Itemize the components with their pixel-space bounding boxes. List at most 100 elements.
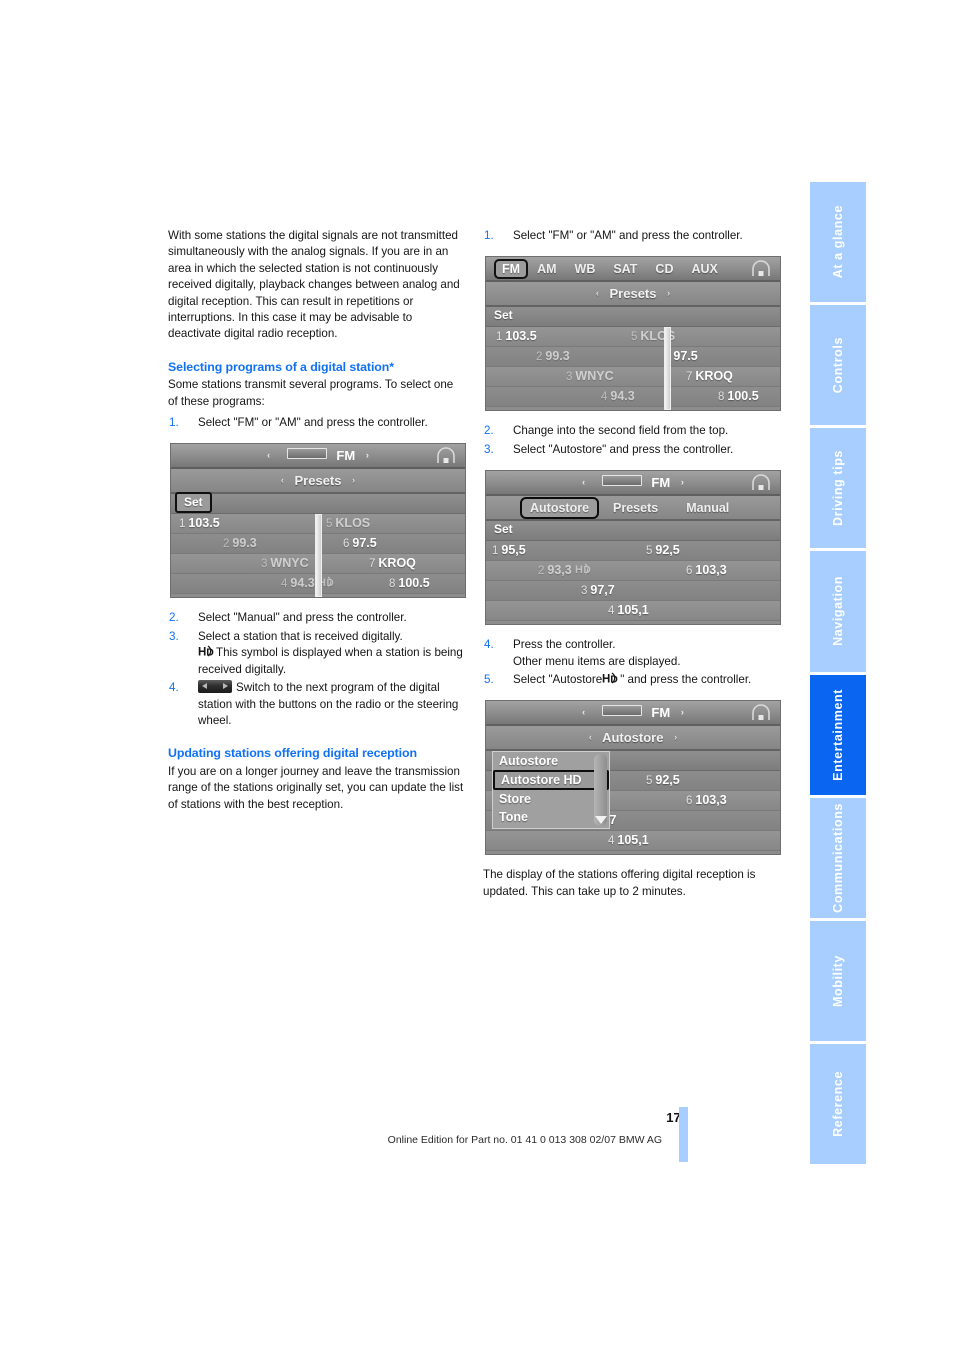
left-text-column: With some stations the digital signals a… — [168, 228, 466, 813]
sidebar-item-label: Controls — [831, 337, 845, 394]
mode-row: ‹ Autostore › — [486, 726, 780, 752]
set-button[interactable]: Set — [488, 520, 519, 538]
preset-cell[interactable]: 2 93,3 HD — [538, 562, 593, 579]
step-text-after: " and press the controller. — [620, 673, 752, 687]
sidebar-item-label: Reference — [831, 1071, 845, 1137]
source-am[interactable]: AM — [528, 261, 565, 277]
step-number: 1. — [169, 416, 179, 430]
menu-item-tone[interactable]: Tone — [493, 808, 609, 826]
screenshot-autostore-tab-selected: ‹ FM › Autostore Presets Manual Set 1 95… — [485, 470, 781, 626]
preset-cell[interactable]: 1 103.5 — [179, 515, 220, 532]
menu-item-store[interactable]: Store — [493, 790, 609, 808]
source-fm[interactable]: FM — [494, 258, 529, 280]
preset-cell[interactable]: 1 103.5 — [496, 328, 537, 345]
preset-cell[interactable]: 5 92,5 — [646, 772, 680, 789]
right-arrow-icon[interactable]: › — [366, 450, 369, 460]
right-arrow-icon[interactable]: › — [674, 732, 677, 742]
mode-tab-row: Autostore Presets Manual — [486, 496, 780, 522]
set-button[interactable]: Set — [175, 492, 212, 513]
radio-topbar: ‹ FM › — [486, 701, 780, 727]
preset-cell[interactable]: 8 100.5 — [718, 388, 759, 405]
autostore-dropdown-menu[interactable]: Autostore Autostore HD Store Tone — [492, 751, 610, 830]
left-arrow-icon[interactable]: ‹ — [281, 475, 284, 485]
right-arrow-icon[interactable]: › — [681, 477, 684, 487]
menu-item-autostore-hd[interactable]: Autostore HD — [493, 770, 609, 791]
preset-cell[interactable]: 4 94.3 HD — [281, 575, 336, 592]
svg-text:D: D — [584, 565, 591, 575]
list-item: 2. Change into the second field from the… — [483, 423, 781, 439]
list-item: 3. Select "Autostore" and press the cont… — [483, 442, 781, 458]
preset-cell[interactable]: 8 100.5 — [389, 575, 430, 592]
preset-cell[interactable]: 7 KROQ — [369, 555, 416, 572]
step-text: Select "Autostore" and press the control… — [513, 442, 734, 456]
preset-cell[interactable]: 4 105,1 — [608, 602, 649, 619]
preset-cell[interactable]: 5 92,5 — [646, 542, 680, 559]
sidebar-item-navigation[interactable]: Navigation — [810, 551, 866, 675]
cursor-bar[interactable] — [315, 514, 322, 598]
cursor-bar[interactable] — [664, 327, 671, 411]
list-item: 4. Press the controller. Other menu item… — [483, 637, 781, 670]
preset-cell[interactable]: 4 105,1 — [608, 832, 649, 849]
step-text: Select "Manual" and press the controller… — [198, 611, 407, 625]
mode-label-wrap: ‹ Presets › — [486, 285, 780, 302]
source-aux[interactable]: AUX — [682, 261, 726, 277]
left-arrow-icon[interactable]: ‹ — [267, 450, 270, 460]
source-row: ‹ FM › — [171, 447, 465, 464]
preset-cell[interactable]: 4 94.3 — [601, 388, 635, 405]
right-arrow-icon[interactable]: › — [667, 288, 670, 298]
preset-cell[interactable]: 6 103,3 — [686, 792, 727, 809]
sidebar-item-communications[interactable]: Communications — [810, 797, 866, 921]
right-arrow-icon[interactable]: › — [681, 707, 684, 717]
preset-cell[interactable]: 5 KLOS — [326, 515, 370, 532]
tab-manual[interactable]: Manual — [672, 500, 743, 516]
left-arrow-icon[interactable]: ‹ — [582, 477, 585, 487]
source-label: FM — [651, 475, 671, 491]
preset-cell[interactable]: 3 97,7 — [581, 582, 615, 599]
antenna-reception-icon — [752, 474, 770, 491]
step-text: Change into the second field from the to… — [513, 424, 729, 438]
menu-scrollbar[interactable] — [594, 754, 607, 827]
sidebar-item-at-a-glance[interactable]: At a glance — [810, 182, 866, 306]
antenna-reception-icon — [752, 260, 770, 277]
sidebar-item-label: Communications — [831, 802, 845, 913]
step-list-right-c: 4. Press the controller. Other menu item… — [483, 637, 781, 688]
image-id-strip — [772, 776, 779, 850]
left-arrow-icon[interactable]: ‹ — [582, 707, 585, 717]
step-subtext: Other menu items are displayed. — [513, 654, 681, 668]
step-list-right-a: 1. Select "FM" or "AM" and press the con… — [483, 228, 781, 244]
sidebar-item-driving-tips[interactable]: Driving tips — [810, 428, 866, 552]
mode-label: Presets — [609, 286, 657, 302]
left-arrow-icon[interactable]: ‹ — [596, 288, 599, 298]
set-button[interactable]: Set — [488, 306, 519, 324]
sidebar-item-entertainment[interactable]: Entertainment — [810, 674, 866, 798]
menu-item-autostore[interactable]: Autostore — [493, 752, 609, 770]
preset-cell[interactable]: 3 WNYC — [566, 368, 614, 385]
table-row: 1 95,5 5 92,5 — [486, 541, 780, 562]
list-item: 4. Switch to the next program of the dig… — [168, 680, 466, 729]
preset-cell[interactable]: 1 95,5 — [492, 542, 526, 559]
svg-text:D: D — [206, 647, 214, 658]
image-id-strip — [772, 332, 779, 406]
preset-cell[interactable]: 2 99.3 — [223, 535, 257, 552]
preset-cell[interactable]: 697.5 — [343, 535, 377, 552]
right-text-column: 1. Select "FM" or "AM" and press the con… — [483, 228, 781, 900]
mode-label-wrap: ‹ Presets › — [171, 472, 465, 489]
source-sat[interactable]: SAT — [604, 261, 646, 277]
tab-presets[interactable]: Presets — [599, 500, 672, 516]
preset-cell[interactable]: 6 103,3 — [686, 562, 727, 579]
preset-cell[interactable]: 2 99.3 — [536, 348, 570, 365]
left-arrow-icon[interactable]: ‹ — [589, 732, 592, 742]
sidebar-item-controls[interactable]: Controls — [810, 305, 866, 429]
source-cd[interactable]: CD — [646, 261, 682, 277]
intro-paragraph: With some stations the digital signals a… — [168, 229, 460, 341]
sidebar-item-mobility[interactable]: Mobility — [810, 920, 866, 1044]
set-row: Set — [171, 492, 465, 515]
preset-cell[interactable]: 3 WNYC — [261, 555, 309, 572]
sidebar-item-reference[interactable]: Reference — [810, 1043, 866, 1164]
source-wb[interactable]: WB — [566, 261, 605, 277]
tab-autostore[interactable]: Autostore — [520, 496, 600, 519]
preset-cell[interactable]: 7 KROQ — [686, 368, 733, 385]
preset-grid: 1103.5 5KLOS 299.3 697.5 3WNYC 7KROQ 494… — [486, 327, 780, 411]
right-arrow-icon[interactable]: › — [352, 475, 355, 485]
mode-row: ‹ Presets › — [171, 469, 465, 495]
